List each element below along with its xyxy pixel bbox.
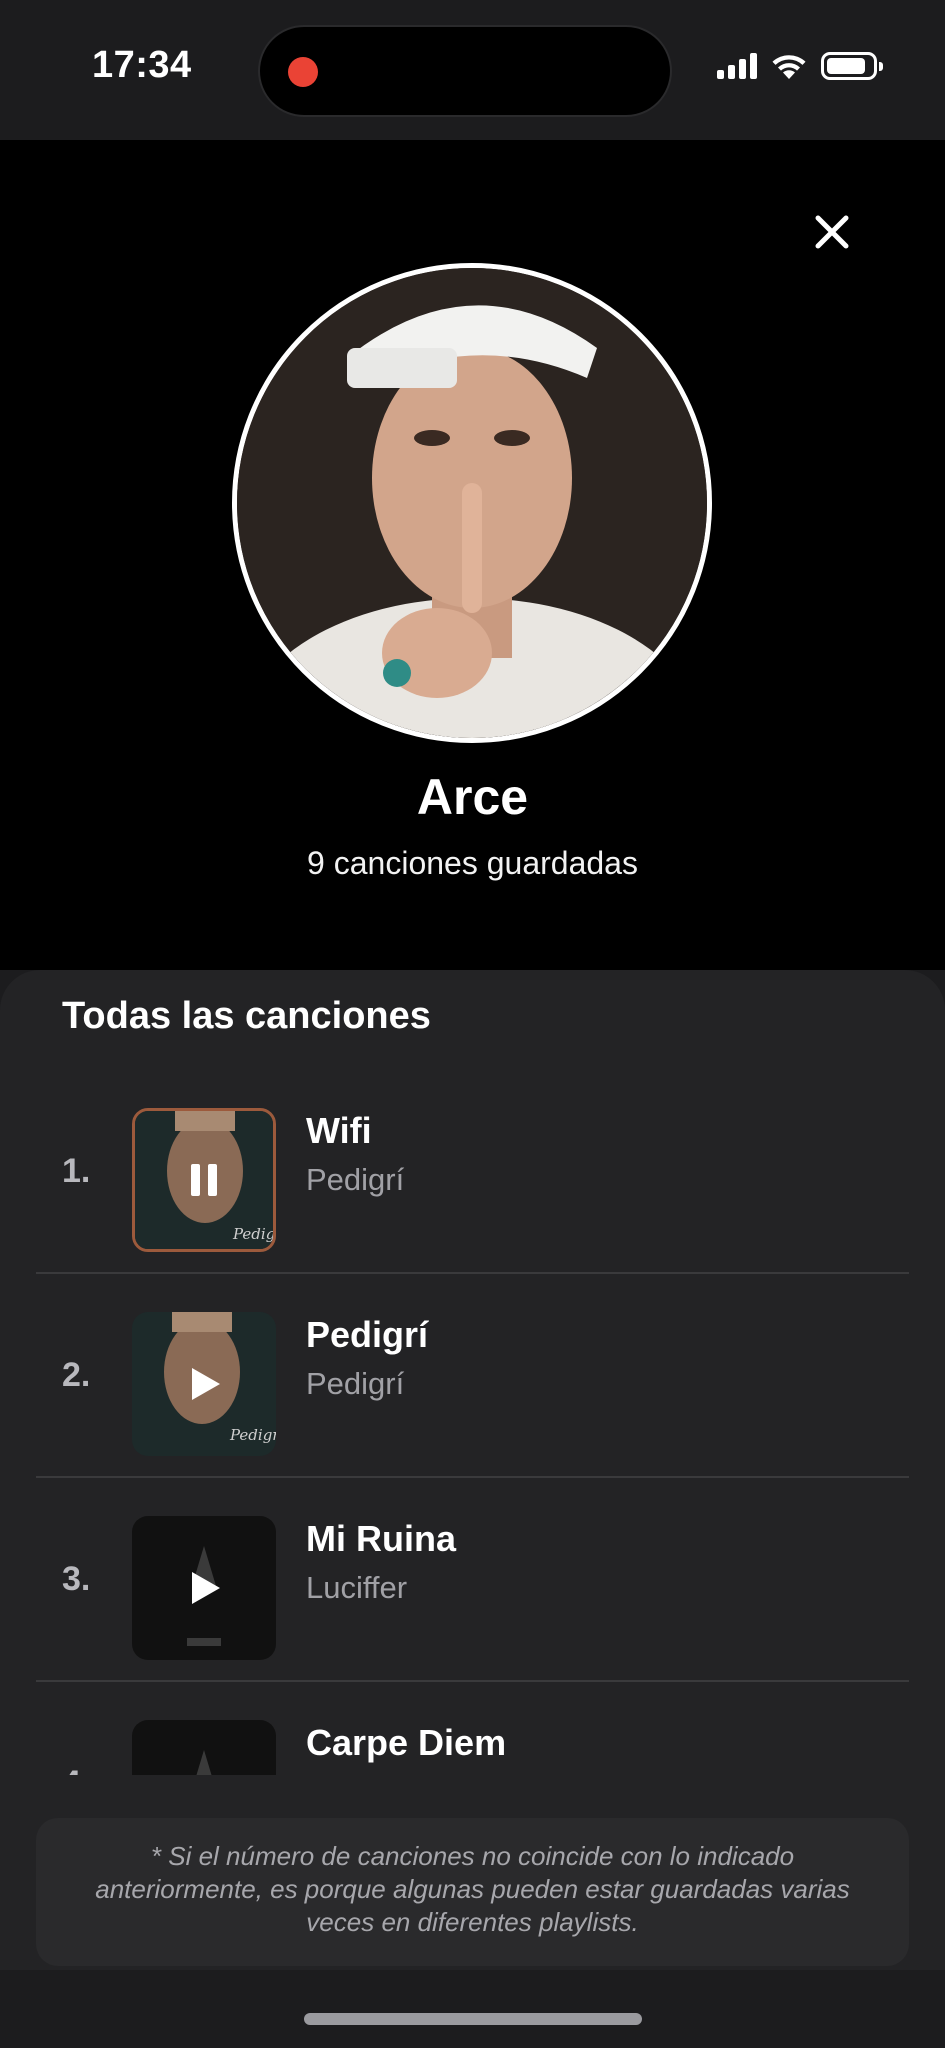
artist-photo [237,268,707,738]
dynamic-island [258,25,672,117]
list-item[interactable]: 4. Carpe Diem [0,1682,945,1775]
screen: 17:34 Arce 9 canciones guardadas Todas l… [0,0,945,2048]
artist-avatar [232,263,712,743]
signal-icon [717,53,757,79]
song-number: 2. [62,1356,91,1394]
status-icons [717,52,883,80]
status-time: 17:34 [92,44,192,86]
song-list[interactable]: 1. Pedigrí Wifi Pedigrí [0,1070,945,1775]
section-title: Todas las canciones [62,995,431,1037]
song-album: Pedigrí [306,1162,405,1197]
album-art[interactable] [132,1516,276,1660]
play-icon[interactable] [184,1568,224,1608]
pause-icon[interactable] [184,1160,224,1200]
album-art[interactable]: Pedigrí [132,1108,276,1252]
svg-text:Pedigrí: Pedigrí [232,1225,276,1243]
list-item[interactable]: 3. Mi Ruina Luciffer [0,1478,945,1682]
song-album: Luciffer [306,1570,408,1605]
saved-count: 9 canciones guardadas [307,845,638,881]
song-title: Wifi [306,1110,372,1151]
song-number: 4. [62,1764,90,1775]
close-icon[interactable] [808,208,856,256]
svg-text:Pedigrí: Pedigrí [229,1426,276,1444]
artist-name: Arce [416,769,529,825]
wifi-icon [772,55,806,79]
list-item[interactable]: 1. Pedigrí Wifi Pedigrí [0,1070,945,1274]
home-indicator[interactable] [304,2013,642,2025]
song-title: Mi Ruina [306,1518,456,1559]
song-album: Pedigrí [306,1366,405,1401]
song-title: Pedigrí [306,1314,429,1355]
album-art[interactable] [132,1720,276,1775]
album-art[interactable]: Pedigrí [132,1312,276,1456]
song-title: Carpe Diem [306,1722,507,1763]
list-item[interactable]: 2. Pedigrí Pedigrí Pedigrí [0,1274,945,1478]
battery-icon [821,52,883,80]
play-icon[interactable] [184,1772,224,1775]
recording-indicator [288,57,318,87]
status-bar: 17:34 [0,0,945,140]
song-number: 1. [62,1152,91,1190]
song-number: 3. [62,1560,91,1598]
play-icon[interactable] [184,1364,224,1404]
footnote: * Si el número de canciones no coincide … [36,1818,909,1966]
